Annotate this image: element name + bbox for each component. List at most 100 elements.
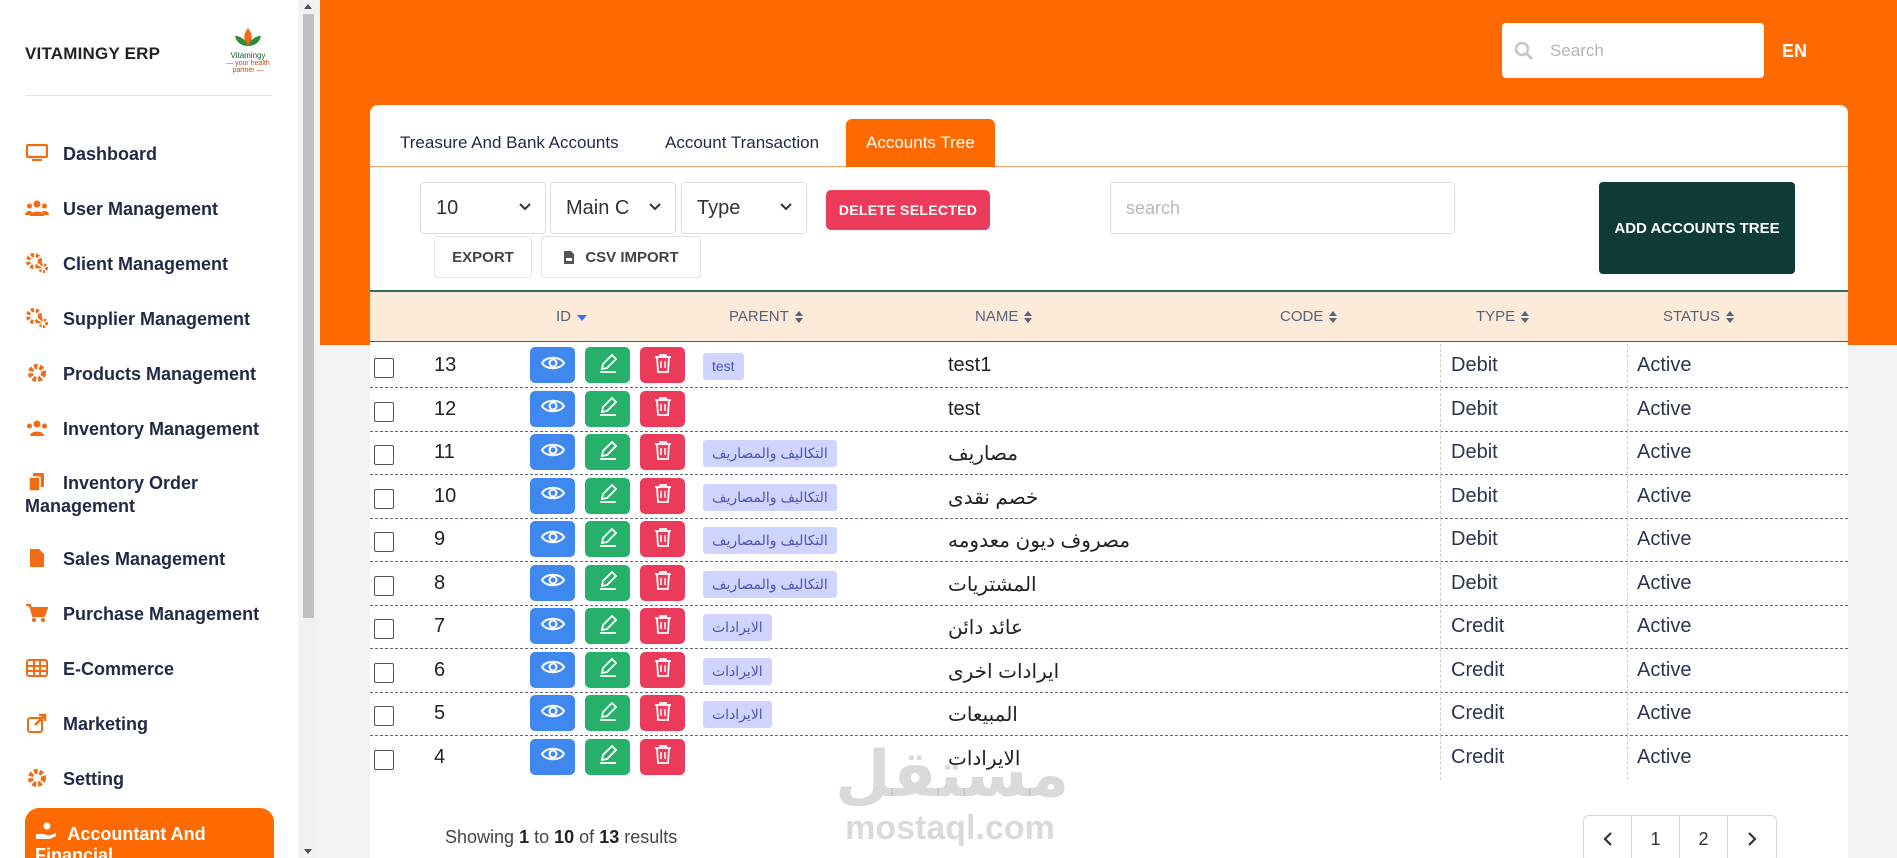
sidebar-item-label: Supplier Management bbox=[63, 309, 251, 329]
view-button[interactable] bbox=[530, 347, 575, 383]
edit-button[interactable] bbox=[585, 608, 630, 644]
export-button[interactable]: EXPORT bbox=[434, 236, 532, 278]
delete-button[interactable] bbox=[640, 695, 685, 731]
prev-page-button[interactable] bbox=[1584, 816, 1632, 858]
page-button-1[interactable]: 1 bbox=[1632, 816, 1680, 858]
column-id[interactable]: ID bbox=[556, 308, 587, 325]
page-size-select[interactable]: 10 bbox=[420, 182, 546, 234]
cell-divider bbox=[1627, 387, 1628, 432]
sidebar-item-dashboard[interactable]: Dashboard bbox=[25, 143, 157, 166]
cell-id: 10 bbox=[434, 484, 457, 507]
row-checkbox[interactable] bbox=[374, 358, 394, 378]
sidebar-item-purchase-management[interactable]: Purchase Management bbox=[25, 603, 259, 626]
sidebar-item-client-management[interactable]: Client Management bbox=[25, 253, 228, 276]
sidebar-item-setting[interactable]: Setting bbox=[25, 768, 124, 791]
edit-button[interactable] bbox=[585, 347, 630, 383]
delete-button[interactable] bbox=[640, 434, 685, 470]
scroll-up-arrow-icon[interactable] bbox=[304, 4, 312, 9]
eye-icon bbox=[540, 355, 565, 376]
scrollbar-thumb[interactable] bbox=[303, 14, 314, 618]
tab-accounts-tree[interactable]: Accounts Tree bbox=[846, 119, 995, 167]
delete-selected-button[interactable]: DELETE SELECTED bbox=[826, 190, 990, 230]
view-button[interactable] bbox=[530, 564, 575, 601]
edit-button[interactable] bbox=[585, 695, 630, 731]
cell-divider bbox=[1627, 561, 1628, 606]
column-name[interactable]: NAME bbox=[975, 308, 1033, 325]
next-page-button[interactable] bbox=[1728, 816, 1776, 858]
cell-divider bbox=[1627, 518, 1628, 562]
view-button[interactable] bbox=[530, 651, 575, 688]
share-icon bbox=[25, 713, 49, 733]
row-checkbox[interactable] bbox=[374, 445, 394, 465]
delete-button[interactable] bbox=[640, 347, 685, 383]
column-status[interactable]: STATUS bbox=[1663, 308, 1734, 325]
header-search-input[interactable] bbox=[1550, 40, 1740, 61]
sidebar-item-e-commerce[interactable]: E-Commerce bbox=[25, 658, 174, 681]
row-checkbox[interactable] bbox=[374, 619, 394, 639]
view-button[interactable] bbox=[530, 738, 575, 775]
edit-button[interactable] bbox=[585, 434, 630, 470]
column-code[interactable]: CODE bbox=[1280, 308, 1338, 325]
delete-button[interactable] bbox=[640, 651, 685, 688]
row-checkbox[interactable] bbox=[374, 488, 394, 509]
edit-button[interactable] bbox=[585, 738, 630, 775]
view-button[interactable] bbox=[530, 390, 575, 427]
sidebar-item-marketing[interactable]: Marketing bbox=[25, 713, 148, 736]
sidebar-item-supplier-management[interactable]: Supplier Management bbox=[25, 308, 250, 331]
sidebar-item-accountant-and-financial[interactable]: Accountant And Financial bbox=[25, 808, 274, 858]
cell-divider bbox=[1440, 431, 1441, 475]
cell-name: خصم نقدى bbox=[948, 486, 1039, 509]
row-checkbox[interactable] bbox=[374, 706, 394, 726]
row-checkbox[interactable] bbox=[374, 401, 394, 422]
view-button[interactable] bbox=[530, 608, 575, 644]
delete-button[interactable] bbox=[640, 738, 685, 775]
pencil-icon bbox=[598, 614, 618, 639]
sidebar-item-user-management[interactable]: User Management bbox=[25, 198, 218, 221]
page-button-2[interactable]: 2 bbox=[1680, 816, 1728, 858]
add-accounts-tree-button[interactable]: ADD ACCOUNTS TREE bbox=[1599, 182, 1795, 274]
view-button[interactable] bbox=[530, 434, 575, 470]
edit-button[interactable] bbox=[585, 477, 630, 514]
users-icon bbox=[25, 418, 49, 438]
row-checkbox[interactable] bbox=[374, 575, 394, 596]
column-type[interactable]: TYPE bbox=[1476, 308, 1530, 325]
sidebar-item-products-management[interactable]: Products Management bbox=[25, 363, 256, 386]
sidebar-scrollbar[interactable] bbox=[300, 0, 317, 858]
sidebar-item-inventory-order-management[interactable]: Inventory Order Management bbox=[25, 472, 275, 518]
table-search[interactable] bbox=[1110, 182, 1455, 234]
delete-button[interactable] bbox=[640, 608, 685, 644]
cell-type: Debit bbox=[1451, 484, 1498, 507]
scroll-down-arrow-icon[interactable] bbox=[304, 849, 312, 854]
edit-button[interactable] bbox=[585, 521, 630, 557]
row-checkbox[interactable] bbox=[374, 749, 394, 770]
header-search[interactable] bbox=[1502, 23, 1764, 78]
table-row: 13 test test1 Debit Active bbox=[370, 344, 1848, 388]
language-switch[interactable]: EN bbox=[1782, 41, 1807, 62]
parent-badge: التكاليف والمصاريف bbox=[703, 483, 837, 511]
row-checkbox[interactable] bbox=[374, 532, 394, 552]
delete-button[interactable] bbox=[640, 564, 685, 601]
tab-treasure-and-bank-accounts[interactable]: Treasure And Bank Accounts bbox=[380, 119, 639, 167]
cell-divider bbox=[1627, 431, 1628, 475]
csv-import-button[interactable]: CSV IMPORT bbox=[541, 236, 701, 278]
main-category-select[interactable]: Main C bbox=[550, 182, 676, 234]
sidebar-item-label: Purchase Management bbox=[63, 604, 260, 624]
edit-button[interactable] bbox=[585, 390, 630, 427]
edit-button[interactable] bbox=[585, 564, 630, 601]
delete-button[interactable] bbox=[640, 521, 685, 557]
pencil-icon bbox=[598, 353, 618, 378]
view-button[interactable] bbox=[530, 521, 575, 557]
edit-button[interactable] bbox=[585, 651, 630, 688]
sidebar-item-label: Dashboard bbox=[63, 144, 158, 164]
delete-button[interactable] bbox=[640, 390, 685, 427]
type-select[interactable]: Type bbox=[681, 182, 807, 234]
column-parent[interactable]: PARENT bbox=[729, 308, 803, 325]
view-button[interactable] bbox=[530, 695, 575, 731]
table-search-input[interactable] bbox=[1126, 197, 1426, 219]
view-button[interactable] bbox=[530, 477, 575, 514]
sidebar-item-sales-management[interactable]: Sales Management bbox=[25, 548, 225, 571]
sidebar-item-inventory-management[interactable]: Inventory Management bbox=[25, 418, 259, 441]
delete-button[interactable] bbox=[640, 477, 685, 514]
tab-account-transaction[interactable]: Account Transaction bbox=[645, 119, 839, 167]
row-checkbox[interactable] bbox=[374, 662, 394, 683]
